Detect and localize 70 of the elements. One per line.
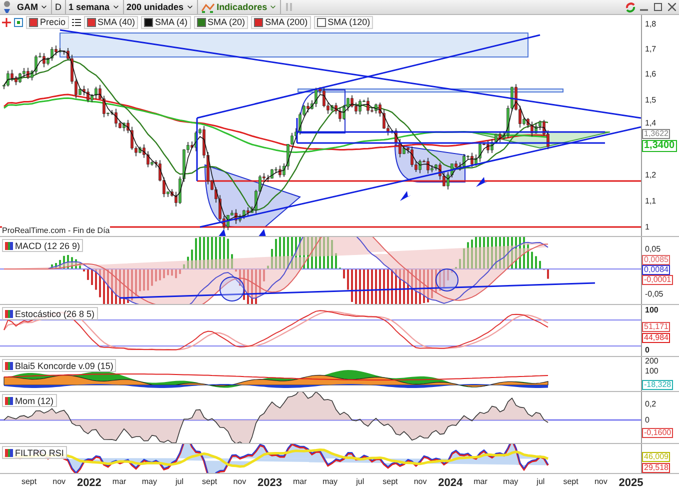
axis-date-label: nov (414, 477, 427, 486)
axis-date-label: jul (356, 477, 364, 486)
price-badge: 1,3622 (642, 129, 670, 139)
axis-date-label: 2024 (438, 477, 463, 489)
mode-button[interactable]: D (52, 0, 66, 14)
axis-date-label: sept (21, 477, 37, 486)
indicator-title-text: Mom (12) (15, 396, 54, 406)
axis-tick-label: 0 (645, 416, 650, 424)
legend-item[interactable]: SMA (120) (314, 16, 374, 28)
axis-date-label: may (142, 477, 157, 486)
axis-tick-label: 1,1 (645, 196, 656, 206)
axis-tick-label: -0,05 (645, 290, 664, 298)
legend-item[interactable]: SMA (4) (141, 16, 191, 28)
value-badge: -0,0001 (642, 275, 674, 285)
indicator-title-text: MACD (12 26 9) (15, 240, 80, 250)
indicator-title[interactable]: FILTRO RSI (2, 446, 67, 459)
legend-item[interactable]: Precio (26, 16, 69, 28)
axis-date-label: may (322, 477, 338, 486)
indicator-title[interactable]: Blai5 Koncorde v.09 (15) (2, 359, 116, 372)
axis-date-label: 2022 (76, 477, 102, 489)
axis-date-label: mar (112, 477, 126, 486)
legend-item[interactable]: SMA (200) (251, 16, 311, 28)
value-badge: 46,009 (642, 452, 670, 462)
data-source-label: ProRealTime.com - Fin de Día (2, 226, 110, 235)
axis-date-label: nov (594, 477, 608, 486)
value-badge: 51,171 (642, 322, 670, 332)
axis-tick-label: 1,2 (645, 170, 656, 180)
indicators-dropdown[interactable]: Indicadores (198, 0, 282, 14)
value-badge: 29,518 (642, 463, 670, 473)
axis-date-label: mar (293, 477, 307, 486)
axis-date-label: nov (52, 477, 66, 486)
axis-date-label: may (503, 477, 518, 486)
indicator-title[interactable]: MACD (12 26 9) (2, 239, 84, 252)
indicator-title-text: Blai5 Koncorde v.09 (15) (15, 360, 114, 370)
value-badge: 44,984 (642, 333, 670, 343)
axis-date-label: nov (233, 477, 246, 486)
value-badge: 0,0084 (642, 265, 670, 275)
indicator-title[interactable]: Estocástico (26 8 5) (2, 307, 98, 320)
axis-tick-label: 100 (645, 366, 658, 376)
indicator-title-text: FILTRO RSI (15, 448, 64, 458)
axis-date-label: jul (536, 477, 545, 486)
axis-tick-label: 1,5 (645, 96, 656, 104)
axis-date-label: sept (563, 477, 578, 486)
axis-tick-label: 1,6 (645, 70, 656, 78)
axis-date-label: 2023 (258, 477, 282, 489)
axis-tick-label: 1,8 (645, 20, 656, 28)
axis-tick-label: 0,2 (645, 400, 656, 408)
axis-tick-label: 1,4 (645, 118, 656, 128)
axis-date-label: mar (474, 477, 488, 486)
axis-date-label: 2025 (618, 477, 644, 489)
axis-date-label: sept (382, 477, 398, 486)
axis-tick-label: 0 (645, 346, 650, 354)
axis-date-label: jul (176, 477, 184, 486)
indicator-title[interactable]: Mom (12) (2, 394, 57, 407)
price-badge: 1,3400 (642, 140, 677, 152)
axis-tick-label: 200 (645, 356, 658, 366)
axis-tick-label: 100 (645, 306, 658, 314)
legend-item[interactable]: SMA (40) (84, 16, 138, 28)
axis-tick-label: 1,7 (645, 44, 656, 54)
value-badge: -18,328 (642, 380, 674, 390)
timeframe-dropdown[interactable]: 1 semana (66, 0, 124, 14)
value-badge: 0,0085 (642, 255, 670, 265)
axis-date-label: sept (202, 477, 218, 486)
axis-tick-label: 1 (645, 222, 650, 232)
value-badge: -0,1600 (642, 428, 674, 438)
symbol-dropdown[interactable]: GAM (14, 0, 52, 14)
legend-item[interactable]: SMA (20) (194, 16, 248, 28)
units-dropdown[interactable]: 200 unidades (124, 0, 198, 14)
indicator-title-text: Estocástico (26 8 5) (15, 308, 95, 318)
axis-tick-label: 0,05 (645, 244, 661, 254)
